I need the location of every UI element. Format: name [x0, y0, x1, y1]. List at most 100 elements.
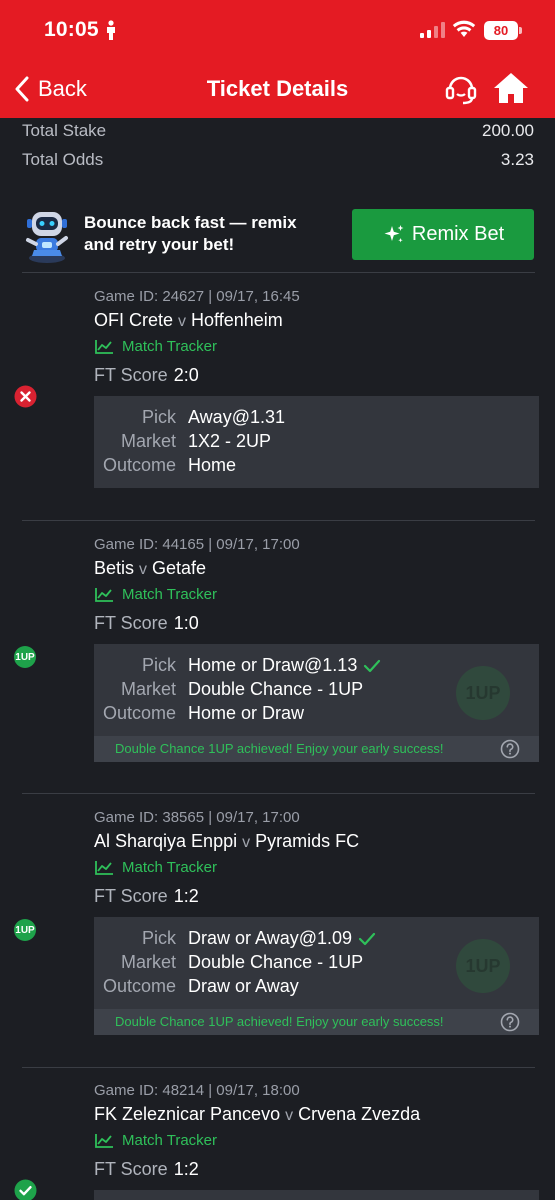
remix-banner: Bounce back fast — remix and retry your … [22, 208, 535, 264]
remix-bet-label: Remix Bet [411, 223, 505, 245]
robot-mascot-icon [22, 208, 72, 269]
trend-chart-icon [95, 1133, 113, 1148]
person-icon [106, 20, 116, 45]
game-id: Game ID: 44165 | 09/17, 17:00 [94, 536, 300, 553]
ft-score-value: 1:2 [173, 886, 199, 906]
battery-icon: 80 [484, 21, 518, 40]
match-teams: Betis v Getafe [94, 558, 206, 579]
total-odds-value: 3.23 [500, 150, 534, 169]
game-item: Game ID: 48214 | 09/17, 18:00 FK Zelezni… [0, 1082, 555, 1200]
market-value: 1X2 - 2UP [188, 431, 272, 451]
pick-label: Pick [141, 928, 176, 948]
trend-chart-icon [95, 339, 113, 354]
trend-chart-icon [95, 587, 113, 602]
status-bar: 10:05 80 [0, 0, 555, 62]
away-team: Pyramids FC [255, 831, 360, 851]
match-tracker-label: Match Tracker [122, 1132, 218, 1149]
ft-score-value: 1:2 [173, 1159, 199, 1179]
outcome-value: Home or Draw [188, 703, 305, 723]
pick-label: Pick [141, 655, 176, 675]
away-team: Getafe [152, 558, 207, 578]
ft-score-label: FT Score [94, 1159, 168, 1179]
pick-value: Away@1.31 [188, 407, 285, 427]
vs-label: v [139, 561, 148, 578]
nav-bar: Back Ticket Details [0, 62, 555, 118]
bet-selection-panel: Pick Draw or Away@1.09 Market Double Cha… [94, 917, 539, 1035]
ft-score: FT Score 1:0 [94, 613, 199, 634]
outcome-label: Outcome [102, 455, 176, 475]
match-tracker-link[interactable]: Match Tracker [94, 859, 217, 876]
home-team: OFI Crete [94, 310, 174, 330]
bet-selection-panel: Pick Home or Draw@1.13 Market Double Cha… [94, 644, 539, 762]
total-stake-value: 200.00 [482, 121, 534, 140]
ft-score-label: FT Score [94, 365, 168, 385]
home-team: Al Sharqiya Enppi [94, 831, 238, 851]
outcome-value: Draw or Away [188, 976, 299, 996]
match-tracker-label: Match Tracker [122, 338, 218, 355]
match-teams: Al Sharqiya Enppi v Pyramids FC [94, 831, 359, 852]
sparkle-icon [384, 224, 404, 242]
help-question-icon[interactable] [500, 739, 520, 764]
match-tracker-label: Match Tracker [122, 586, 218, 603]
market-value: Double Chance - 1UP [188, 679, 364, 699]
ft-score: FT Score 1:2 [94, 1159, 199, 1180]
vs-label: v [242, 834, 251, 851]
one-up-badge-icon: 1UP [14, 919, 36, 941]
battery-level: 80 [493, 23, 509, 38]
total-odds-row: Total Odds 3.23 [22, 150, 534, 174]
one-up-badge: 1UP [14, 919, 36, 941]
ft-score-value: 1:0 [173, 613, 199, 633]
divider [22, 793, 535, 794]
remix-message: Bounce back fast — remix and retry your … [84, 212, 344, 256]
ft-score: FT Score 2:0 [94, 365, 199, 386]
back-button[interactable]: Back [14, 74, 87, 104]
divider [22, 520, 535, 521]
achievement-footer: Double Chance 1UP achieved! Enjoy your e… [94, 1009, 539, 1035]
remix-message-line2: and retry your bet! [84, 235, 235, 254]
pick-value: Home or Draw@1.13 [188, 655, 358, 675]
match-tracker-link[interactable]: Match Tracker [94, 338, 217, 355]
status-time: 10:05 [44, 18, 99, 41]
wifi-icon [452, 20, 476, 43]
game-item: Game ID: 24627 | 09/17, 16:45 OFI Crete v… [0, 288, 555, 508]
pick-value: Draw or Away@1.09 [188, 928, 353, 948]
one-up-badge: 1UP [14, 646, 36, 668]
achievement-footer: Double Chance 1UP achieved! Enjoy your e… [94, 736, 539, 762]
lost-x-icon [14, 385, 37, 413]
match-tracker-link[interactable]: Match Tracker [94, 586, 217, 603]
battery-tip [519, 27, 522, 34]
support-headset-icon[interactable] [444, 72, 478, 111]
trend-chart-icon [95, 860, 113, 875]
ft-score-label: FT Score [94, 613, 168, 633]
home-icon[interactable] [492, 70, 530, 111]
one-up-badge-icon: 1UP [14, 646, 36, 668]
divider [22, 1067, 535, 1068]
market-label: Market [120, 952, 176, 972]
ft-score-value: 2:0 [173, 365, 199, 385]
pick-label: Pick [141, 407, 176, 427]
match-teams: OFI Crete v Hoffenheim [94, 310, 283, 331]
game-item: Game ID: 44165 | 09/17, 17:00 Betis v Geta… [0, 536, 555, 776]
header-bar: 10:05 80 Back Ticket Details [0, 0, 555, 118]
market-label: Market [120, 431, 176, 451]
chevron-left-icon [15, 76, 29, 102]
total-stake-label: Total Stake [22, 121, 107, 140]
game-item: Game ID: 38565 | 09/17, 17:00 Al Sharqiy… [0, 809, 555, 1049]
remix-bet-button[interactable]: Remix Bet [352, 209, 534, 260]
market-value: Double Chance - 1UP [188, 952, 364, 972]
home-team: Betis [94, 558, 135, 578]
one-up-watermark-icon: 1UP [456, 939, 510, 993]
match-teams: FK Zeleznicar Pancevo v Crvena Zvezda [94, 1104, 420, 1125]
cellular-signal-icon [420, 22, 446, 43]
achievement-message: Double Chance 1UP achieved! Enjoy your e… [115, 1014, 444, 1029]
divider [22, 272, 535, 273]
vs-label: v [178, 313, 187, 330]
total-stake-row: Total Stake 200.00 [22, 121, 534, 145]
match-tracker-link[interactable]: Match Tracker [94, 1132, 217, 1149]
outcome-value: Home [188, 455, 237, 475]
won-check-icon [14, 1179, 37, 1200]
game-id: Game ID: 24627 | 09/17, 16:45 [94, 288, 300, 305]
match-tracker-label: Match Tracker [122, 859, 218, 876]
total-odds-label: Total Odds [22, 150, 104, 169]
help-question-icon[interactable] [500, 1012, 520, 1037]
